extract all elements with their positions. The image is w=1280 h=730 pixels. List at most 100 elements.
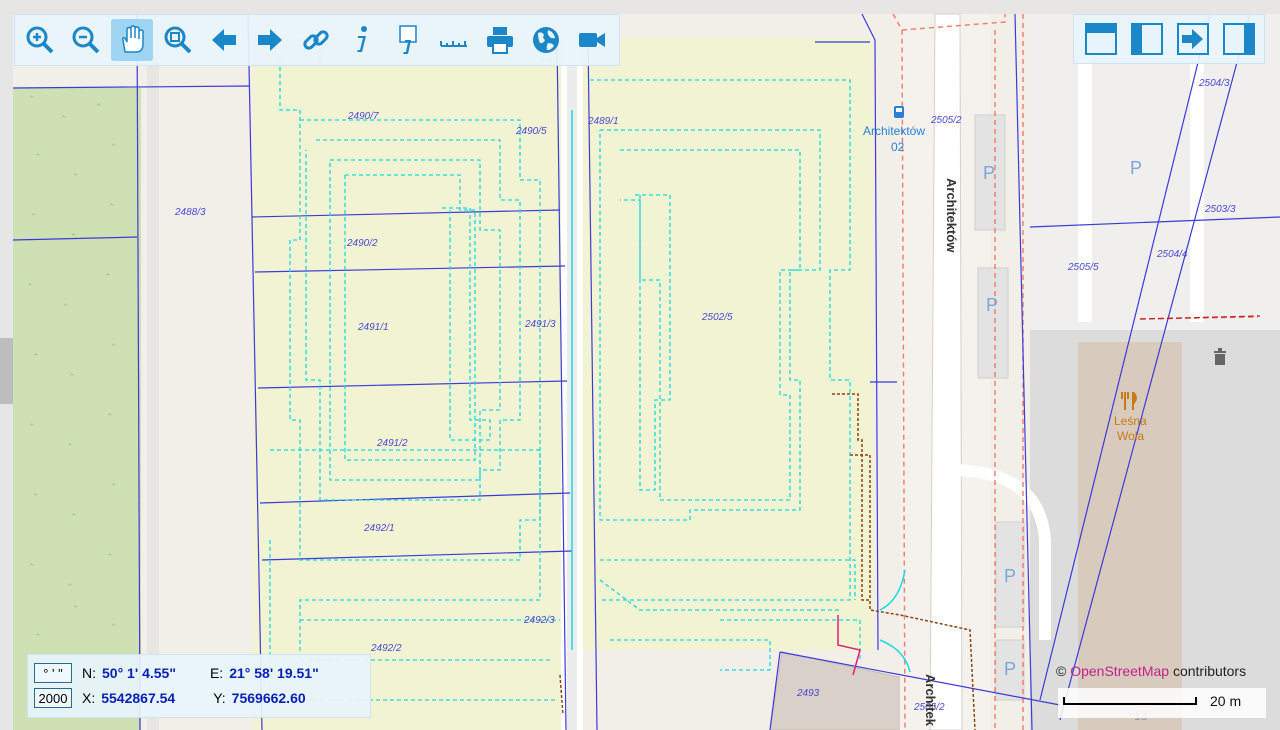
parking-icon: P xyxy=(983,163,995,183)
parcel-label: 2491/3 xyxy=(524,319,556,330)
layout-left-button[interactable] xyxy=(1126,18,1168,60)
parking-icon: P xyxy=(1004,659,1016,679)
copyright-symbol: © xyxy=(1056,663,1067,679)
svg-text:⌃: ⌃ xyxy=(32,352,40,362)
info-document-button[interactable] xyxy=(387,19,429,61)
svg-text:⌃: ⌃ xyxy=(104,272,112,282)
coords-row-projected: 2000 X: 5542867.54 Y: 7569662.60 xyxy=(34,686,306,710)
back-button[interactable] xyxy=(203,19,245,61)
side-panel-handle[interactable] xyxy=(0,338,13,404)
export-button[interactable] xyxy=(1172,18,1214,60)
map-canvas[interactable]: ⌃⌃⌃ ⌃⌃⌃ ⌃⌃⌃ ⌃⌃⌃ ⌃⌃⌃ ⌃⌃⌃ ⌃⌃⌃ ⌃⌃⌃ ⌃⌃⌃ 2490… xyxy=(0,0,1280,730)
grass-area xyxy=(13,88,141,730)
parcel-label: 2503/3 xyxy=(1204,204,1236,215)
svg-text:⌃: ⌃ xyxy=(108,202,116,212)
bus-stop-icon[interactable] xyxy=(894,106,904,118)
parcel-label: 2490/2 xyxy=(346,238,378,249)
svg-text:⌃: ⌃ xyxy=(70,512,78,522)
parcel-label: 2504/4 xyxy=(1156,249,1188,260)
panel-right-icon xyxy=(1223,23,1255,55)
plot-west xyxy=(253,38,561,730)
coord-system-button[interactable]: 2000 xyxy=(34,688,72,708)
svg-text:⌃: ⌃ xyxy=(68,372,76,382)
parcel-label: 2492/3 xyxy=(523,615,555,626)
street-label-architektow: Architektów xyxy=(944,178,959,253)
map-attribution: © OpenStreetMap contributors xyxy=(1056,663,1246,679)
svg-text:⌃: ⌃ xyxy=(34,632,42,642)
video-button[interactable] xyxy=(571,19,613,61)
parking-lane-1 xyxy=(1078,40,1092,322)
layout-right-button[interactable] xyxy=(1218,18,1260,60)
coordinates-panel: ° ' " N: 50° 1' 4.55" E: 21° 58' 19.51" … xyxy=(27,654,371,718)
pan-button[interactable] xyxy=(111,19,153,61)
info-button[interactable] xyxy=(341,19,383,61)
svg-text:⌃: ⌃ xyxy=(66,442,74,452)
parcel-label: 2492/2 xyxy=(370,643,402,654)
parcel-label: 2491/2 xyxy=(376,438,408,449)
svg-text:⌃: ⌃ xyxy=(28,422,36,432)
n-label: N: xyxy=(82,665,96,681)
svg-text:⌃: ⌃ xyxy=(34,152,42,162)
printer-icon xyxy=(487,27,513,54)
scale-label: 20 m xyxy=(1210,693,1242,709)
layout-top-button[interactable] xyxy=(1080,18,1122,60)
globe-button[interactable] xyxy=(525,19,567,61)
e-label: E: xyxy=(209,665,224,681)
svg-text:⌃: ⌃ xyxy=(66,582,74,592)
coord-format-button[interactable]: ° ' " xyxy=(34,663,72,683)
parcel-label: 2504/3 xyxy=(1198,78,1230,89)
layout-toolbar xyxy=(1073,14,1265,64)
info-document-icon xyxy=(399,25,417,54)
camera-icon xyxy=(579,33,605,47)
osm-link[interactable]: OpenStreetMap xyxy=(1070,663,1169,679)
panel-left-icon xyxy=(1131,23,1163,55)
y-value: 7569662.60 xyxy=(231,690,306,706)
footpath xyxy=(147,40,159,730)
svg-text:⌃: ⌃ xyxy=(28,562,36,572)
zoom-box-button[interactable] xyxy=(157,19,199,61)
info-icon xyxy=(357,26,367,52)
link-button[interactable] xyxy=(295,19,337,61)
street-label-architektow-2: Architek xyxy=(923,674,938,727)
parcel-label: 2491/1 xyxy=(357,322,389,333)
svg-text:⌃: ⌃ xyxy=(30,212,38,222)
parking-icon: P xyxy=(986,295,998,315)
svg-text:⌃: ⌃ xyxy=(110,482,118,492)
zoom-in-button[interactable] xyxy=(19,19,61,61)
x-value: 5542867.54 xyxy=(101,690,176,706)
svg-text:⌃: ⌃ xyxy=(106,412,114,422)
svg-text:⌃: ⌃ xyxy=(32,492,40,502)
map-toolbar xyxy=(14,14,620,66)
attribution-suffix: contributors xyxy=(1172,663,1247,679)
svg-text:⌃: ⌃ xyxy=(28,94,36,104)
parcel-label: 2490/7 xyxy=(347,111,379,122)
n-value: 50° 1' 4.55" xyxy=(102,665,176,681)
scale-bar: 20 m xyxy=(1058,688,1266,718)
zoom-out-icon xyxy=(72,26,100,54)
forward-button[interactable] xyxy=(249,19,291,61)
parcel-label: 2502/5 xyxy=(701,312,733,323)
parcel-label: 2493 xyxy=(796,688,820,699)
scale-line xyxy=(1063,697,1197,705)
arrow-left-icon xyxy=(212,29,236,51)
coords-row-geographic: ° ' " N: 50° 1' 4.55" E: 21° 58' 19.51" xyxy=(34,661,319,685)
measure-button[interactable] xyxy=(433,19,475,61)
parking-icon: P xyxy=(1004,566,1016,586)
export-arrow-icon xyxy=(1177,23,1209,55)
y-label: Y: xyxy=(213,690,226,706)
parcel-label: 2488/3 xyxy=(174,207,206,218)
restaurant-name: Leśna xyxy=(1114,414,1147,428)
zoom-in-icon xyxy=(26,26,54,54)
zoom-out-button[interactable] xyxy=(65,19,107,61)
svg-text:⌃: ⌃ xyxy=(26,282,34,292)
svg-text:⌃: ⌃ xyxy=(110,342,118,352)
zoom-rect-icon xyxy=(164,26,192,54)
svg-text:⌃: ⌃ xyxy=(110,142,118,152)
link-icon xyxy=(303,30,329,50)
panel-top-icon xyxy=(1085,23,1117,55)
svg-text:⌃: ⌃ xyxy=(110,622,118,632)
svg-text:⌃: ⌃ xyxy=(72,172,80,182)
ruler-icon xyxy=(440,41,467,47)
parking-icon: P xyxy=(1130,158,1142,178)
print-button[interactable] xyxy=(479,19,521,61)
